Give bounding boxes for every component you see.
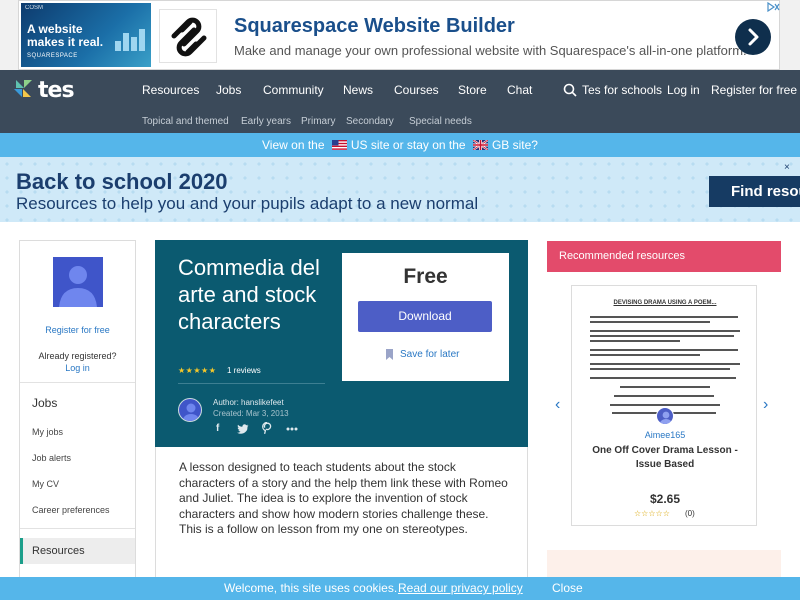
recommended-author-avatar[interactable] [656, 407, 674, 425]
subnav-topical[interactable]: Topical and themed [142, 116, 229, 127]
cookie-close-button[interactable]: Close [552, 581, 583, 595]
cookie-bar: Welcome, this site uses cookies. Read ou… [0, 577, 800, 600]
subnav-special-needs[interactable]: Special needs [409, 116, 472, 127]
resource-hero: Commedia del arte and stock characters ★… [155, 240, 528, 447]
resource-title: Commedia del arte and stock characters [178, 255, 320, 334]
sidebar-item-my-jobs[interactable]: My jobs [32, 427, 63, 437]
chevron-left-icon[interactable]: ‹ [555, 396, 560, 414]
reviews-link[interactable]: 1 reviews [227, 366, 261, 375]
bookmark-icon[interactable] [386, 349, 393, 360]
tes-logo-icon [14, 80, 32, 97]
author-avatar[interactable] [178, 398, 202, 422]
privacy-policy-link[interactable]: Read our privacy policy [398, 581, 523, 595]
ad-banner[interactable]: COSM A website makes it real. SQUARESPAC… [0, 0, 800, 70]
close-icon[interactable]: × [784, 162, 790, 173]
facebook-icon[interactable]: f [216, 423, 219, 434]
nav-community[interactable]: Community [263, 83, 324, 97]
ad-image-corner: COSM [25, 5, 43, 11]
ad-title[interactable]: Squarespace Website Builder [234, 15, 515, 38]
us-site-link[interactable]: US site [351, 138, 390, 152]
ad-image-headline: A website makes it real. [27, 22, 104, 49]
resource-description: A lesson designed to teach students abou… [179, 460, 508, 536]
more-options-icon[interactable] [286, 427, 298, 431]
ad-image-decoration [115, 27, 145, 51]
nav-resources[interactable]: Resources [142, 83, 199, 97]
squarespace-logo-icon [159, 9, 217, 63]
author-name[interactable]: Author: hanslikefeet [213, 398, 284, 407]
recommended-rating-stars: ☆☆☆☆☆ [634, 509, 670, 518]
nav-chat[interactable]: Chat [507, 83, 532, 97]
user-placeholder-icon [659, 411, 673, 424]
ad-subtitle: Make and manage your own professional we… [234, 43, 747, 58]
price-box: Free Download Save for later [342, 253, 509, 381]
download-button[interactable]: Download [358, 301, 492, 332]
account-sidebar: Register for free Already registered? Lo… [19, 240, 136, 585]
resource-thumbnail[interactable]: DEVISING DRAMA USING A POEM... [582, 296, 748, 416]
nav-login[interactable]: Log in [667, 83, 700, 97]
user-placeholder-icon [182, 403, 200, 421]
chevron-right-icon[interactable]: › [763, 396, 768, 414]
main-navigation: tes Resources Jobs Community News Course… [0, 70, 800, 133]
nav-tes-for-schools[interactable]: Tes for schools [582, 83, 662, 97]
find-resources-button[interactable]: Find resources [709, 176, 800, 207]
divider [20, 528, 135, 529]
save-for-later-button[interactable]: Save for later [400, 349, 459, 360]
jobs-heading: Jobs [32, 396, 58, 410]
adchoices-icon[interactable] [766, 1, 780, 14]
promo-subtitle: Resources to help you and your pupils ad… [16, 194, 479, 213]
switch-mid: or stay on the [392, 138, 466, 152]
register-link[interactable]: Register for free [20, 325, 135, 335]
price-label: Free [403, 265, 448, 288]
avatar [53, 257, 103, 307]
recommended-card[interactable]: DEVISING DRAMA USING A POEM... Aimee165 … [571, 285, 757, 526]
nav-jobs[interactable]: Jobs [216, 83, 241, 97]
recommended-rating-count: (0) [685, 509, 695, 518]
us-flag-icon[interactable] [331, 140, 347, 150]
subnav-primary[interactable]: Primary [301, 116, 335, 127]
already-registered-text: Already registered? [38, 351, 117, 361]
tes-logo[interactable]: tes [12, 78, 75, 103]
back-to-school-banner: Back to school 2020 Resources to help yo… [0, 157, 800, 222]
gb-site-link[interactable]: GB site? [492, 138, 538, 152]
promo-title: Back to school 2020 [16, 169, 228, 194]
nav-courses[interactable]: Courses [394, 83, 439, 97]
twitter-icon[interactable] [237, 424, 249, 434]
user-placeholder-icon [59, 266, 97, 307]
sidebar-item-career-preferences[interactable]: Career preferences [32, 505, 110, 515]
ad-image[interactable]: COSM A website makes it real. SQUARESPAC… [21, 3, 151, 67]
sidebar-login-link[interactable]: Log in [20, 363, 135, 373]
sidebar-item-job-alerts[interactable]: Job alerts [32, 453, 71, 463]
recommended-author[interactable]: Aimee165 [572, 430, 758, 440]
subnav-early-years[interactable]: Early years [241, 116, 291, 127]
divider [20, 382, 135, 383]
recommended-title[interactable]: One Off Cover Drama Lesson - Issue Based [582, 444, 748, 472]
gb-flag-icon[interactable] [472, 140, 488, 150]
divider [178, 383, 325, 384]
ad-image-brand: SQUARESPACE [27, 53, 78, 59]
switch-lead: View on the [262, 138, 325, 152]
cookie-message: Welcome, this site uses cookies. [224, 581, 398, 595]
site-switch-bar: View on the US site or stay on the GB si… [0, 133, 800, 157]
nav-news[interactable]: News [343, 83, 373, 97]
sidebar-item-resources[interactable]: Resources [20, 538, 135, 564]
recommended-header: Recommended resources [547, 241, 781, 272]
tes-logo-text: tes [38, 78, 75, 103]
sidebar-item-my-cv[interactable]: My CV [32, 479, 59, 489]
chevron-right-icon[interactable] [735, 19, 771, 55]
thumbnail-title: DEVISING DRAMA USING A POEM... [613, 300, 717, 306]
subnav-secondary[interactable]: Secondary [346, 116, 394, 127]
recommended-price: $2.65 [649, 492, 681, 506]
nav-store[interactable]: Store [458, 83, 487, 97]
created-date: Created: Mar 3, 2013 [213, 409, 289, 418]
nav-register[interactable]: Register for free [711, 83, 797, 97]
search-icon[interactable] [563, 83, 577, 97]
pinterest-icon[interactable] [262, 422, 272, 434]
rating-stars: ★★★★★ [178, 366, 217, 375]
resource-description-panel: A lesson designed to teach students abou… [155, 447, 528, 587]
ad-box[interactable]: COSM A website makes it real. SQUARESPAC… [18, 0, 780, 70]
